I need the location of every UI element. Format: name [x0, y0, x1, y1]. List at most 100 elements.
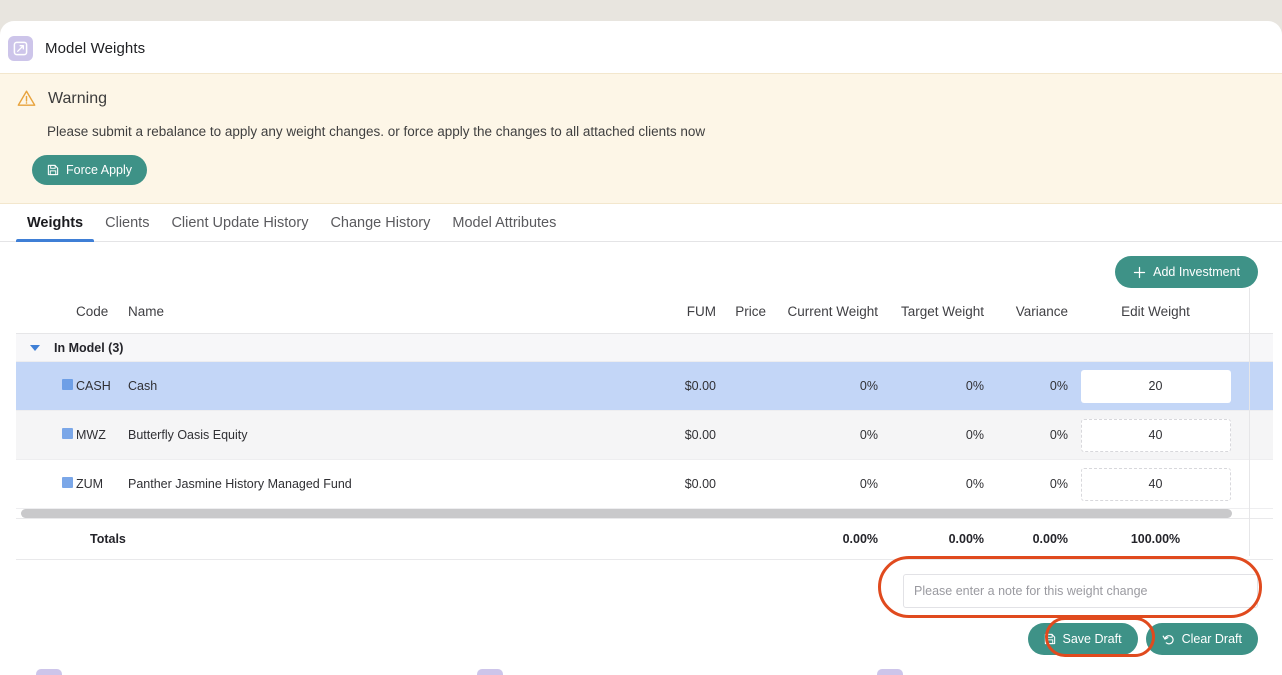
warning-title-row: Warning [16, 88, 1266, 109]
bottom-card-chip [877, 669, 903, 675]
main-card: Model Weights Warning Please submit a re… [0, 21, 1282, 675]
column-header-target-weight[interactable]: Target Weight [878, 298, 984, 334]
group-row-label: In Model (3) [54, 341, 123, 355]
note-input[interactable]: Please enter a note for this weight chan… [903, 574, 1258, 608]
totals-price [716, 519, 766, 560]
cell-tail [1243, 362, 1273, 411]
app-root: Model Weights Warning Please submit a re… [0, 0, 1282, 675]
table-horizontal-scrollbar[interactable] [16, 509, 1266, 518]
edit-weight-input[interactable]: 40 [1081, 419, 1231, 452]
cell-tail [1243, 460, 1273, 509]
cell-current-weight: 0% [766, 411, 878, 460]
cell-variance: 0% [984, 411, 1068, 460]
totals-fum [648, 519, 716, 560]
cell-current-weight: 0% [766, 362, 878, 411]
totals-variance: 0.00% [984, 519, 1068, 560]
save-draft-label: Save Draft [1063, 632, 1122, 646]
column-header-current-weight[interactable]: Current Weight [766, 298, 878, 334]
row-color-swatch [62, 428, 73, 439]
header-tail [1243, 298, 1273, 334]
save-draft-button[interactable]: Save Draft [1028, 623, 1138, 655]
row-color-swatch [62, 379, 73, 390]
edit-weight-input[interactable]: 40 [1081, 468, 1231, 501]
cell-name: Butterfly Oasis Equity [128, 411, 648, 460]
totals-target-weight: 0.00% [878, 519, 984, 560]
force-apply-button[interactable]: Force Apply [32, 155, 147, 185]
row-marker-cell [16, 460, 76, 509]
totals-spacer [16, 519, 76, 560]
column-header-fum[interactable]: FUM [648, 298, 716, 334]
cell-fum: $0.00 [648, 411, 716, 460]
weights-table: Code Name FUM Price Current Weight Targe… [16, 298, 1273, 509]
group-row-in-model[interactable]: In Model (3) [16, 334, 1273, 362]
cell-code: CASH [76, 362, 128, 411]
cell-name: Cash [128, 362, 648, 411]
clear-draft-button[interactable]: Clear Draft [1146, 623, 1258, 655]
totals-wrap: Totals 0.00% 0.00% 0.00% 100.00% [0, 518, 1282, 560]
add-investment-button[interactable]: Add Investment [1115, 256, 1258, 288]
cell-edit-weight: 20 [1068, 362, 1243, 411]
row-color-swatch [62, 477, 73, 488]
undo-icon [1162, 633, 1175, 646]
column-header-variance[interactable]: Variance [984, 298, 1068, 334]
weights-footer: Please enter a note for this weight chan… [0, 560, 1282, 655]
totals-label: Totals [76, 519, 648, 560]
table-row[interactable]: ZUM Panther Jasmine History Managed Fund… [16, 460, 1273, 509]
bottom-card-chip [477, 669, 503, 675]
column-header-name[interactable]: Name [128, 298, 648, 334]
column-header-code[interactable]: Code [76, 298, 128, 334]
cell-target-weight: 0% [878, 362, 984, 411]
cell-price [716, 460, 766, 509]
cell-edit-weight: 40 [1068, 411, 1243, 460]
footer-actions: Save Draft Clear Draft [1028, 623, 1259, 655]
totals-current-weight: 0.00% [766, 519, 878, 560]
chevron-down-icon[interactable] [30, 345, 40, 351]
page-title: Model Weights [45, 40, 145, 57]
warning-banner: Warning Please submit a rebalance to app… [0, 73, 1282, 204]
header-spacer [16, 298, 76, 334]
table-row[interactable]: CASH Cash $0.00 0% 0% 0% 20 [16, 362, 1273, 411]
tab-weights[interactable]: Weights [16, 215, 94, 241]
warning-triangle-icon [16, 88, 37, 109]
warning-message: Please submit a rebalance to apply any w… [47, 124, 1266, 139]
page-header: Model Weights [0, 21, 1282, 73]
cell-fum: $0.00 [648, 362, 716, 411]
cell-price [716, 362, 766, 411]
save-icon [47, 164, 59, 176]
table-header-row: Code Name FUM Price Current Weight Targe… [16, 298, 1273, 334]
tab-clients[interactable]: Clients [94, 215, 160, 241]
cell-edit-weight: 40 [1068, 460, 1243, 509]
cell-target-weight: 0% [878, 460, 984, 509]
force-apply-label: Force Apply [66, 163, 132, 177]
force-apply-wrap: Force Apply [32, 155, 1266, 185]
row-marker-cell [16, 362, 76, 411]
cell-current-weight: 0% [766, 460, 878, 509]
tab-bar: Weights Clients Client Update History Ch… [0, 204, 1282, 242]
tab-model-attributes[interactable]: Model Attributes [441, 215, 567, 241]
cell-price [716, 411, 766, 460]
cell-target-weight: 0% [878, 411, 984, 460]
tab-client-update-history[interactable]: Client Update History [160, 215, 319, 241]
column-header-edit-weight[interactable]: Edit Weight [1068, 298, 1243, 334]
cell-fum: $0.00 [648, 460, 716, 509]
tab-change-history[interactable]: Change History [319, 215, 441, 241]
model-weights-icon [8, 36, 33, 61]
cell-variance: 0% [984, 362, 1068, 411]
table-header: Code Name FUM Price Current Weight Targe… [16, 298, 1273, 334]
totals-row: Totals 0.00% 0.00% 0.00% 100.00% [16, 519, 1273, 560]
weights-table-wrap: Code Name FUM Price Current Weight Targe… [0, 298, 1282, 509]
save-icon [1044, 633, 1056, 645]
add-investment-label: Add Investment [1153, 265, 1240, 279]
table-row[interactable]: MWZ Butterfly Oasis Equity $0.00 0% 0% 0… [16, 411, 1273, 460]
group-row-cell: In Model (3) [16, 334, 1273, 362]
totals-table: Totals 0.00% 0.00% 0.00% 100.00% [16, 518, 1273, 560]
row-marker-cell [16, 411, 76, 460]
table-right-divider [1249, 288, 1250, 556]
column-header-price[interactable]: Price [716, 298, 766, 334]
scrollbar-thumb[interactable] [21, 509, 1232, 518]
clear-draft-label: Clear Draft [1182, 632, 1242, 646]
cell-name: Panther Jasmine History Managed Fund [128, 460, 648, 509]
bottom-card-chip [36, 669, 62, 675]
cell-variance: 0% [984, 460, 1068, 509]
edit-weight-input[interactable]: 20 [1081, 370, 1231, 403]
